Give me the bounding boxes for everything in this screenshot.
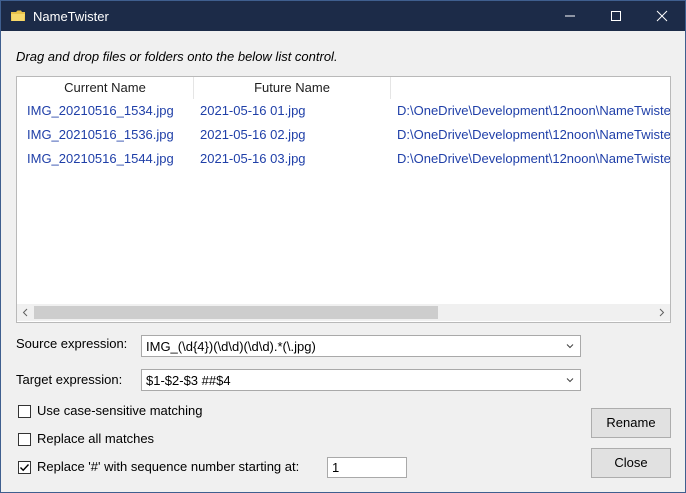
- file-list[interactable]: Current Name Future Name IMG_20210516_15…: [16, 76, 671, 323]
- chevron-right-icon: [659, 308, 665, 317]
- source-expression-combo[interactable]: IMG_(\d{4})(\d\d)(\d\d).*(\.jpg): [141, 335, 581, 357]
- future-name-cell: 2021-05-16 02.jpg: [200, 127, 306, 142]
- maximize-button[interactable]: [593, 1, 639, 31]
- scroll-right-button[interactable]: [653, 304, 670, 321]
- target-expression-combo[interactable]: $1-$2-$3 ##$4: [141, 369, 581, 391]
- sequence-checkbox[interactable]: [18, 461, 31, 474]
- checkmark-icon: [20, 464, 30, 472]
- window-title: NameTwister: [33, 9, 109, 24]
- chevron-down-icon: [566, 344, 574, 349]
- instructions-text: Drag and drop files or folders onto the …: [16, 49, 338, 64]
- source-expression-value: IMG_(\d{4})(\d\d)(\d\d).*(\.jpg): [146, 339, 316, 354]
- target-expression-label: Target expression:: [16, 372, 123, 387]
- list-row[interactable]: IMG_20210516_1536.jpg 2021-05-16 02.jpg …: [17, 123, 670, 147]
- future-name-cell: 2021-05-16 01.jpg: [200, 103, 306, 118]
- path-cell: D:\OneDrive\Development\12noon\NameTwist…: [397, 151, 670, 166]
- source-expression-label: Source expression:: [16, 336, 128, 351]
- future-name-cell: 2021-05-16 03.jpg: [200, 151, 306, 166]
- replace-all-checkbox[interactable]: [18, 433, 31, 446]
- case-sensitive-checkbox[interactable]: [18, 405, 31, 418]
- sequence-start-value: 1: [332, 460, 340, 475]
- list-row[interactable]: IMG_20210516_1534.jpg 2021-05-16 01.jpg …: [17, 99, 670, 123]
- column-header-current-name[interactable]: Current Name: [17, 77, 194, 99]
- minimize-icon: [565, 15, 575, 17]
- case-sensitive-label[interactable]: Use case-sensitive matching: [37, 403, 202, 418]
- close-window-button[interactable]: [639, 1, 685, 31]
- rename-button[interactable]: Rename: [591, 408, 671, 438]
- list-header: Current Name Future Name: [17, 77, 670, 99]
- sequence-label[interactable]: Replace '#' with sequence number startin…: [37, 459, 299, 474]
- folder-tag-icon: [10, 10, 26, 22]
- list-row[interactable]: IMG_20210516_1544.jpg 2021-05-16 03.jpg …: [17, 147, 670, 171]
- close-icon: [656, 10, 668, 22]
- close-button[interactable]: Close: [591, 448, 671, 478]
- current-name-cell: IMG_20210516_1534.jpg: [27, 103, 174, 118]
- current-name-cell: IMG_20210516_1544.jpg: [27, 151, 174, 166]
- chevron-left-icon: [22, 308, 28, 317]
- scrollbar-thumb[interactable]: [34, 306, 438, 319]
- maximize-icon: [611, 11, 621, 21]
- horizontal-scrollbar[interactable]: [17, 304, 670, 321]
- column-header-future-name[interactable]: Future Name: [194, 77, 391, 99]
- chevron-down-icon: [566, 378, 574, 383]
- minimize-button[interactable]: [547, 1, 593, 31]
- path-cell: D:\OneDrive\Development\12noon\NameTwist…: [397, 103, 670, 118]
- scroll-left-button[interactable]: [17, 304, 34, 321]
- current-name-cell: IMG_20210516_1536.jpg: [27, 127, 174, 142]
- column-header-path[interactable]: [391, 77, 670, 99]
- title-bar[interactable]: NameTwister: [1, 1, 685, 31]
- replace-all-label[interactable]: Replace all matches: [37, 431, 154, 446]
- sequence-start-input[interactable]: 1: [327, 457, 407, 478]
- path-cell: D:\OneDrive\Development\12noon\NameTwist…: [397, 127, 670, 142]
- target-expression-value: $1-$2-$3 ##$4: [146, 373, 231, 388]
- main-window: NameTwister Drag and drop files or folde…: [0, 0, 686, 493]
